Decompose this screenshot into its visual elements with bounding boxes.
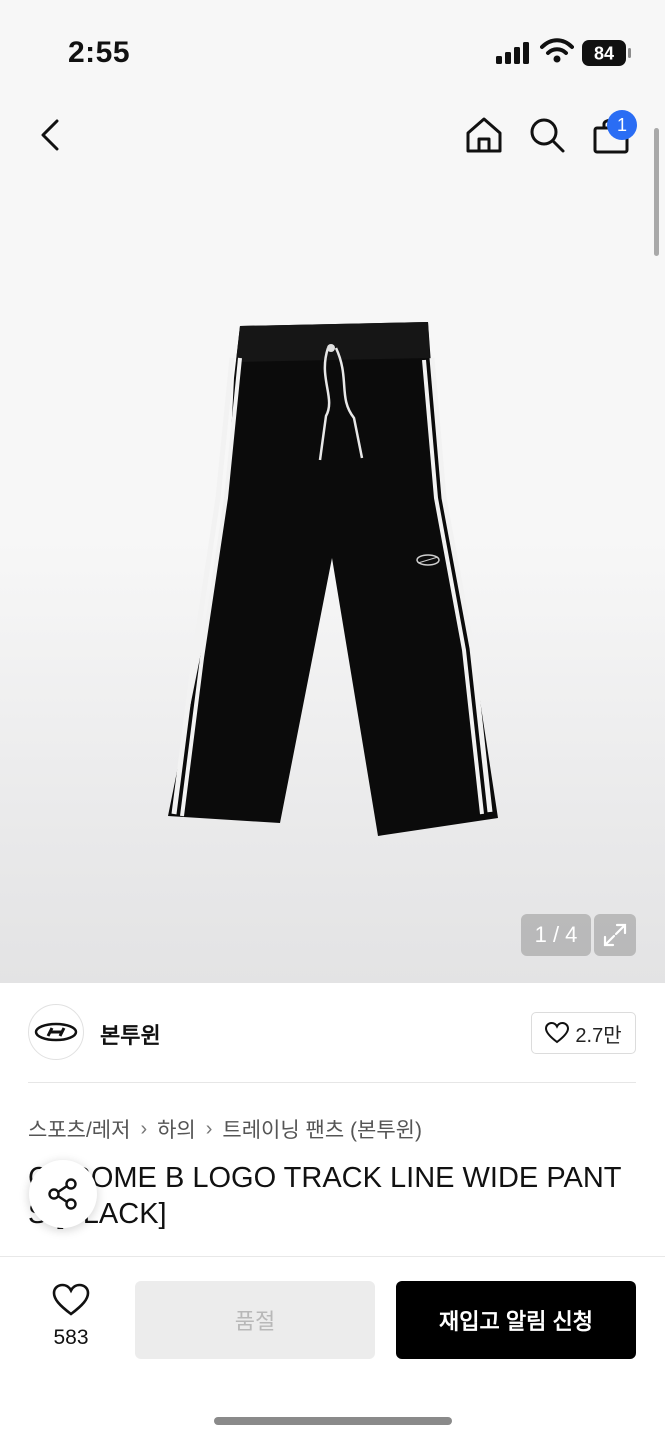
- battery-level: 84: [594, 44, 614, 64]
- wifi-icon: [540, 38, 574, 64]
- share-button[interactable]: [29, 1160, 97, 1228]
- wishlist-button[interactable]: 583: [40, 1283, 102, 1350]
- brand-name[interactable]: 본투윈: [100, 1018, 161, 1050]
- chevron-right-icon: ›: [205, 1117, 213, 1140]
- brand-like-button[interactable]: 2.7만: [531, 1012, 636, 1054]
- brand-row: 본투윈 2.7만: [28, 1004, 638, 1062]
- top-navigation: [0, 100, 665, 170]
- bottom-action-bar: 583 품절 재입고 알림 신청: [0, 1256, 665, 1440]
- heart-icon: [52, 1283, 90, 1316]
- home-indicator[interactable]: [214, 1417, 452, 1425]
- brand-logo[interactable]: [28, 1004, 84, 1060]
- back-button[interactable]: [26, 110, 76, 160]
- scrollbar[interactable]: [654, 128, 659, 256]
- expand-icon: [603, 923, 627, 947]
- share-icon: [48, 1178, 77, 1210]
- divider: [28, 1082, 636, 1083]
- brand-like-count: 2.7만: [575, 1024, 622, 1047]
- product-image[interactable]: [160, 318, 505, 843]
- status-bar: 2:55 84: [0, 0, 665, 100]
- product-title: CHROME B LOGO TRACK LINE WIDE PANTS [BLA…: [28, 1162, 622, 1230]
- soldout-button: 품절: [135, 1281, 375, 1359]
- breadcrumb-item[interactable]: 하의: [157, 1114, 196, 1144]
- search-icon: [530, 118, 565, 153]
- cart-count-badge: 1: [607, 110, 637, 140]
- cellular-signal-icon: [496, 42, 530, 64]
- chevron-right-icon: ›: [140, 1117, 148, 1140]
- chevron-left-icon: [41, 119, 59, 151]
- home-button[interactable]: [459, 110, 509, 160]
- image-counter: 1 / 4: [521, 914, 591, 956]
- battery-icon: 84: [582, 40, 632, 66]
- breadcrumb-item[interactable]: 트레이닝 팬츠 (본투윈): [222, 1114, 422, 1144]
- expand-image-button[interactable]: [594, 914, 636, 956]
- restock-alert-button[interactable]: 재입고 알림 신청: [396, 1281, 636, 1359]
- brand-logo-icon: [34, 1022, 78, 1042]
- heart-icon: [545, 1022, 570, 1044]
- breadcrumb: 스포츠/레저 › 하의 › 트레이닝 팬츠 (본투윈): [28, 1114, 422, 1144]
- wish-count: 583: [53, 1326, 89, 1349]
- breadcrumb-item[interactable]: 스포츠/레저: [28, 1114, 130, 1144]
- status-time: 2:55: [68, 36, 131, 69]
- search-button[interactable]: [522, 110, 572, 160]
- home-icon: [466, 117, 502, 153]
